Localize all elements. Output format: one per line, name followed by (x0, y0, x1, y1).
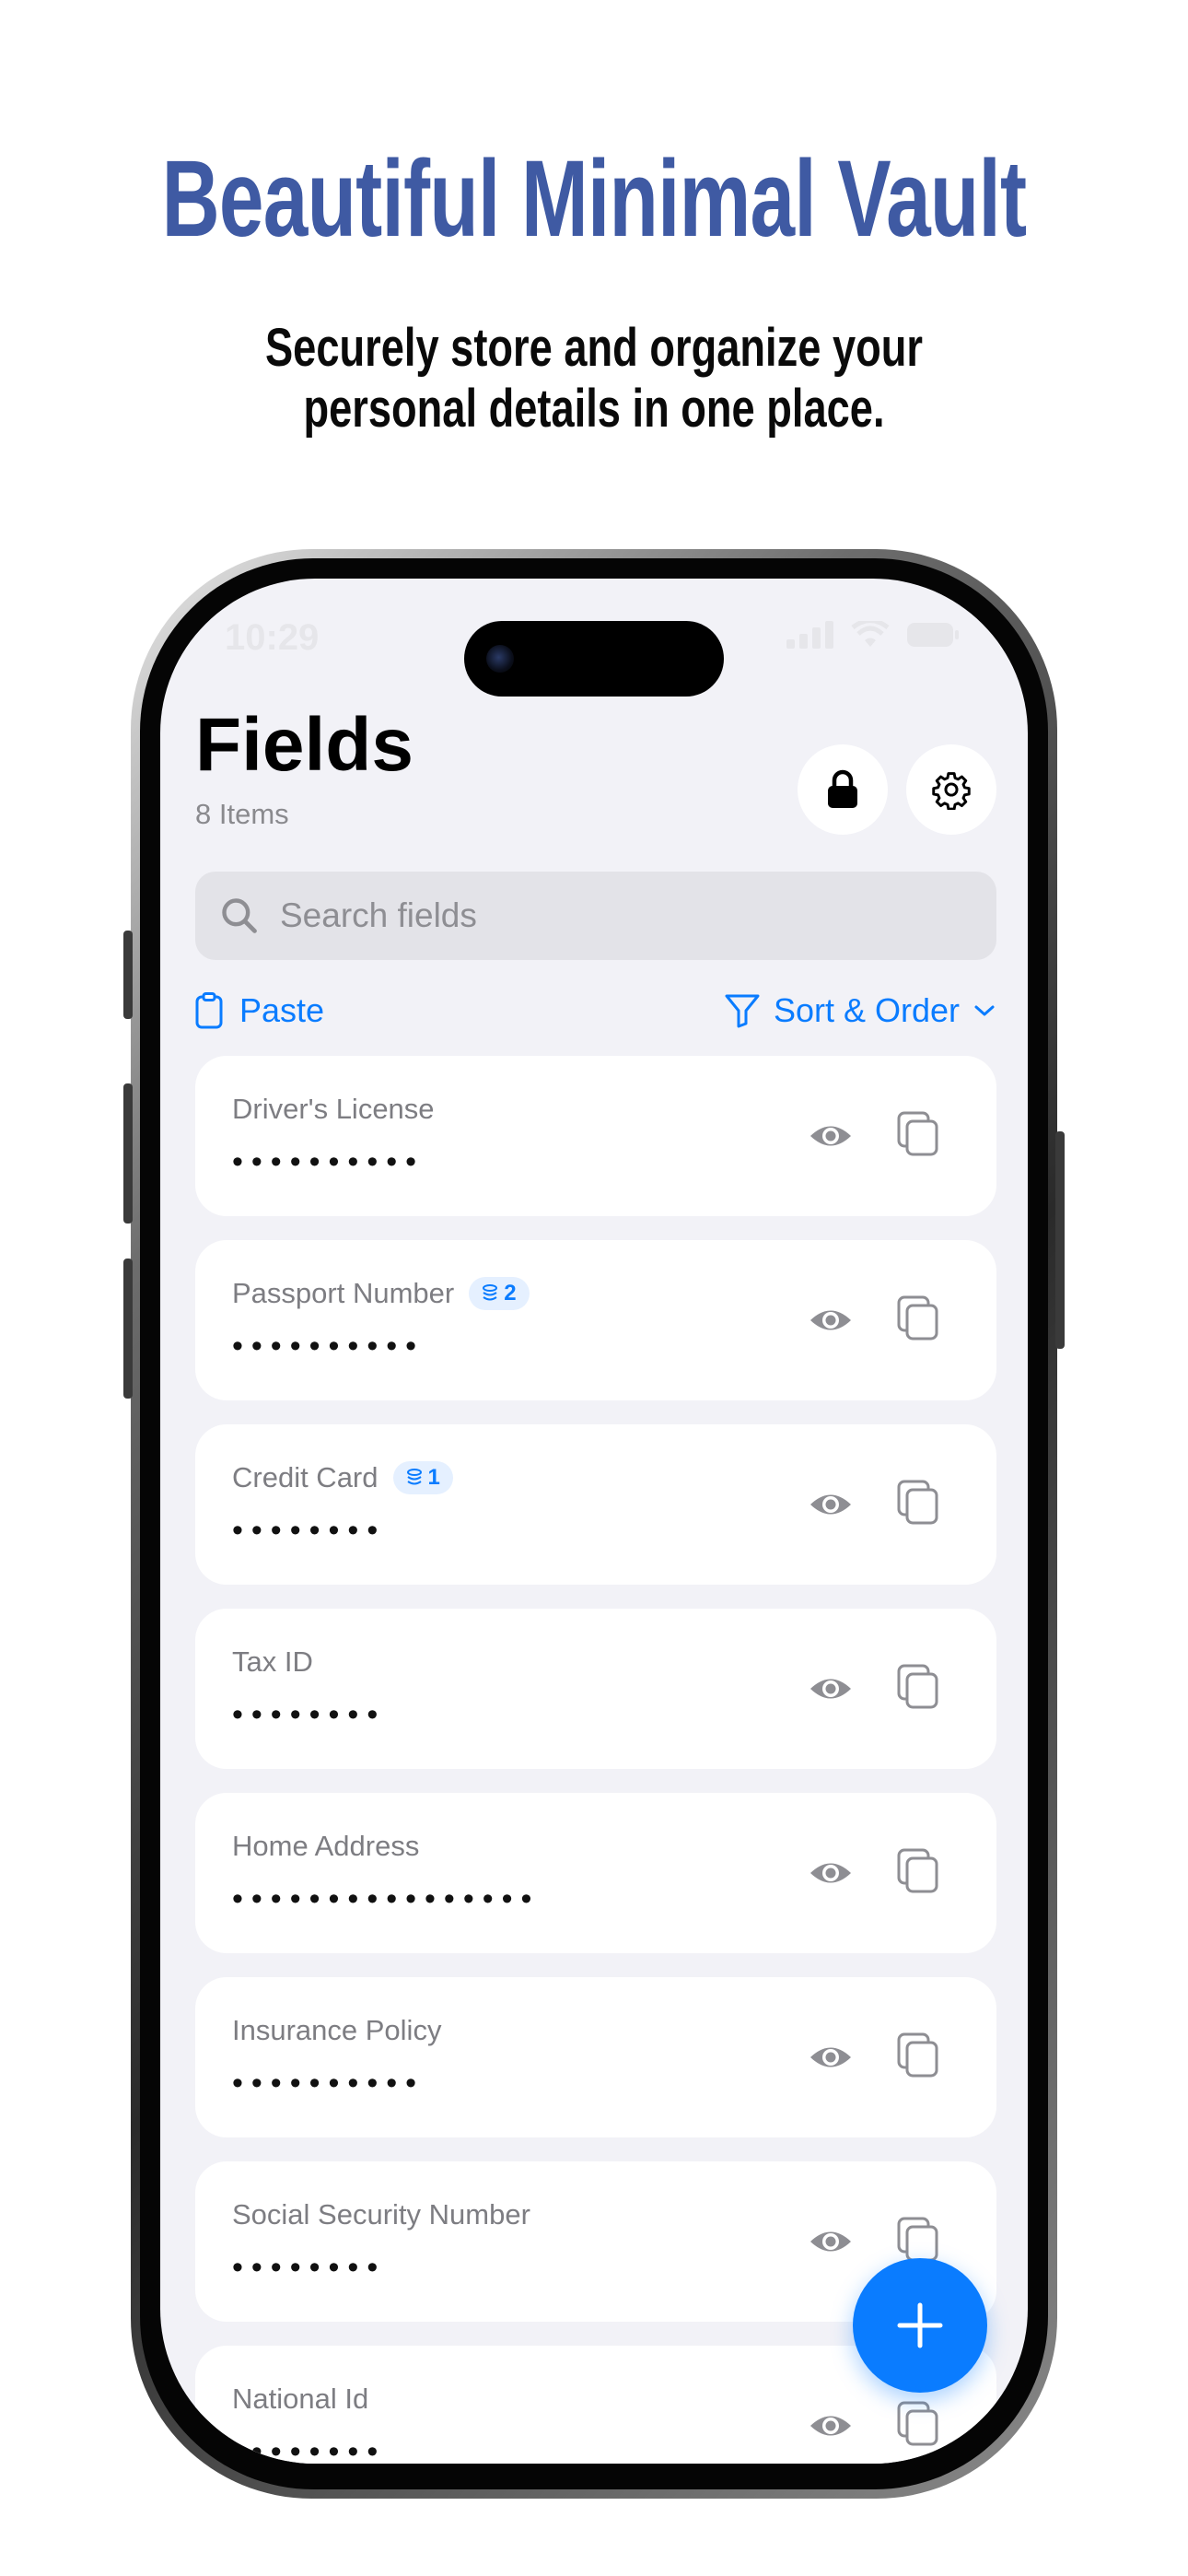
stack-icon (483, 1284, 498, 1301)
status-time: 10:29 (225, 617, 320, 658)
field-label: Passport Number 2 (232, 1277, 530, 1310)
battery-icon (907, 623, 959, 647)
settings-button[interactable] (906, 744, 996, 835)
eye-icon[interactable] (808, 1299, 854, 1341)
volume-up-button (123, 1083, 133, 1224)
add-field-button[interactable] (853, 2258, 987, 2393)
app-screen: 10:29 Fields 8 Items Paste Sort & Order … (160, 579, 1028, 2464)
lock-icon (828, 769, 857, 808)
field-label: Driver's License (232, 1093, 435, 1126)
copy-icon[interactable] (897, 1480, 939, 1526)
power-button (1055, 1131, 1065, 1349)
signal-icon (786, 621, 833, 649)
eye-icon[interactable] (808, 2405, 854, 2447)
field-value-masked: •••••••••• (232, 2066, 425, 2101)
field-value-masked: •••••••••• (232, 1329, 425, 1364)
eye-icon[interactable] (808, 1852, 854, 1894)
eye-icon[interactable] (808, 1115, 854, 1157)
copy-icon[interactable] (897, 1295, 939, 1341)
badge-count: 2 (504, 1281, 517, 1306)
promo-subline-line-2: personal details in one place. (303, 379, 885, 439)
field-value-masked: •••••••••• (232, 1144, 425, 1179)
action-button (123, 931, 133, 1019)
linked-count-badge: 1 (392, 1461, 453, 1494)
paste-button[interactable]: Paste (195, 991, 324, 1030)
search-icon (222, 898, 257, 933)
field-label: Insurance Policy (232, 2014, 441, 2047)
badge-count: 1 (427, 1465, 440, 1490)
field-card[interactable]: Tax ID •••••••• (195, 1609, 996, 1769)
sort-order-button[interactable]: Sort & Order (724, 991, 996, 1030)
copy-icon[interactable] (897, 1848, 939, 1894)
promo-headline: Beautiful Minimal Vault (161, 138, 1028, 260)
toolbar: Paste Sort & Order (195, 991, 996, 1041)
plus-icon (897, 2302, 943, 2348)
field-label-text: National Id (232, 2383, 369, 2415)
field-card[interactable]: Insurance Policy •••••••••• (195, 1977, 996, 2137)
field-label-text: Insurance Policy (232, 2014, 442, 2046)
paste-label: Paste (239, 991, 325, 1029)
filter-icon (725, 994, 760, 1028)
copy-icon[interactable] (897, 2217, 939, 2263)
copy-icon[interactable] (897, 1664, 939, 1710)
volume-down-button (123, 1259, 133, 1399)
chevron-down-icon (974, 1005, 995, 1016)
field-label-text: Credit Card (232, 1461, 379, 1493)
status-icons (786, 621, 960, 649)
field-label: Social Security Number (232, 2198, 530, 2231)
gear-icon (932, 772, 971, 810)
copy-icon[interactable] (897, 2032, 939, 2078)
field-label-text: Home Address (232, 1830, 420, 1862)
field-card[interactable]: Passport Number 2 •••••••••• (195, 1240, 996, 1400)
eye-icon[interactable] (808, 1668, 854, 1710)
search-bar[interactable] (195, 872, 996, 960)
search-input[interactable] (278, 896, 945, 936)
field-value-masked: •••••••• (232, 2250, 387, 2285)
clipboard-icon (195, 992, 223, 1029)
field-label-text: Tax ID (232, 1645, 313, 1678)
eye-icon[interactable] (808, 2220, 854, 2263)
linked-count-badge: 2 (469, 1277, 530, 1310)
field-card[interactable]: Credit Card 1 •••••••• (195, 1424, 996, 1585)
field-label-text: Social Security Number (232, 2198, 530, 2231)
eye-icon[interactable] (808, 2036, 854, 2078)
field-label: Home Address (232, 1830, 419, 1863)
field-card[interactable]: Driver's License •••••••••• (195, 1056, 996, 1216)
lock-button[interactable] (798, 744, 888, 835)
field-card[interactable]: Home Address •••••••••••••••• (195, 1793, 996, 1953)
promo-subline-line-1: Securely store and organize your (264, 318, 924, 378)
dynamic-island (464, 621, 724, 697)
field-value-masked: •••••••• (232, 1513, 387, 1548)
field-value-masked: •••••••••••••••• (232, 1881, 541, 1916)
field-label: Credit Card 1 (232, 1461, 453, 1494)
field-label-text: Driver's License (232, 1093, 435, 1125)
copy-icon[interactable] (897, 1111, 939, 1157)
sort-order-label: Sort & Order (773, 991, 960, 1029)
field-label-text: Passport Number (232, 1277, 455, 1309)
field-value-masked: •••••••• (232, 1697, 387, 1732)
field-label: National Id (232, 2383, 368, 2416)
promo-subline: Securely store and organize your persona… (131, 318, 1057, 439)
item-count: 8 Items (195, 798, 289, 830)
field-label: Tax ID (232, 1645, 313, 1679)
wifi-icon (851, 621, 890, 647)
stack-icon (406, 1469, 422, 1485)
copy-icon[interactable] (897, 2401, 939, 2447)
front-camera (486, 645, 514, 673)
eye-icon[interactable] (808, 1483, 854, 1526)
field-value-masked: •••••••• (232, 2434, 387, 2464)
page-title: Fields (195, 703, 413, 787)
